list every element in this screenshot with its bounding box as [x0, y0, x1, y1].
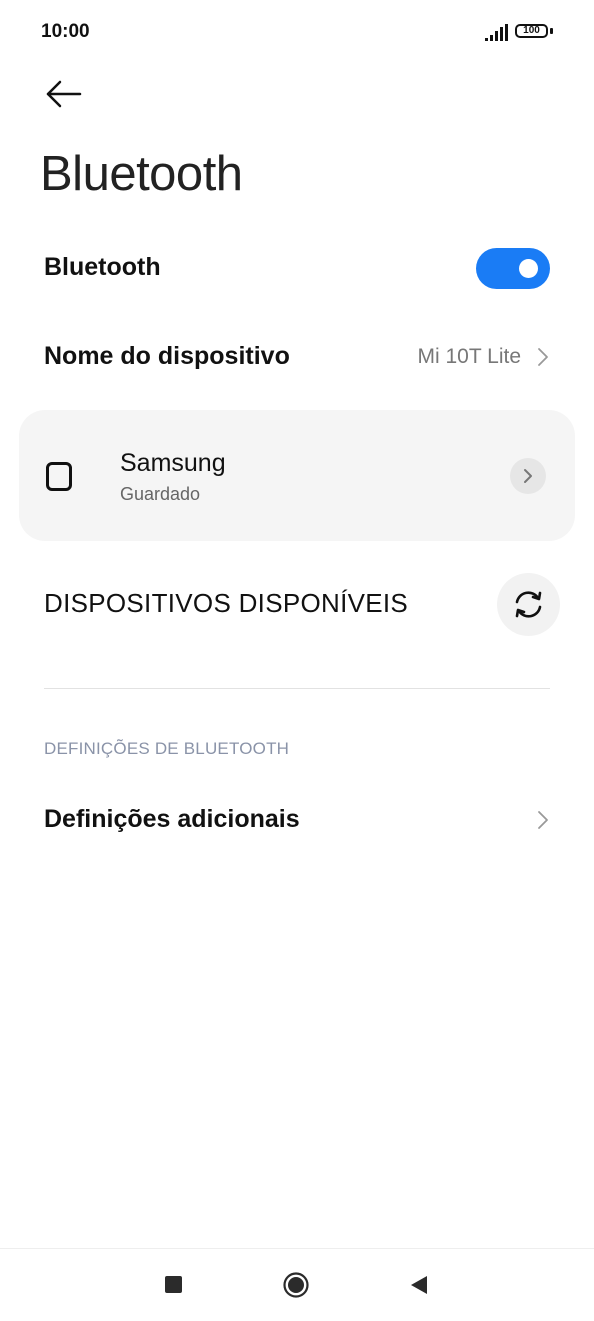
device-title: Samsung [120, 449, 226, 477]
available-devices-heading: DISPOSITIVOS DISPONÍVEIS [44, 588, 409, 618]
divider [44, 688, 550, 689]
status-time: 10:00 [41, 21, 90, 42]
back-button[interactable] [38, 72, 90, 118]
recents-icon[interactable] [165, 1276, 182, 1293]
device-name-label: Nome do dispositivo [44, 342, 290, 370]
additional-settings-row[interactable]: Definições adicionais [0, 785, 594, 855]
battery-level: 100 [515, 24, 548, 38]
chevron-right-small-icon [524, 469, 532, 483]
device-status: Guardado [120, 484, 201, 504]
back-arrow-icon [46, 80, 82, 108]
refresh-button[interactable] [497, 573, 560, 636]
battery-tip [550, 28, 553, 34]
bluetooth-toggle[interactable] [476, 248, 550, 289]
device-detail-button[interactable] [510, 458, 546, 494]
additional-settings-label: Definições adicionais [44, 805, 300, 833]
device-name-row[interactable]: Nome do dispositivo Mi 10T Lite [0, 322, 594, 392]
chevron-right-icon [538, 348, 548, 366]
status-bar: 10:00 100 [0, 0, 594, 66]
home-icon[interactable] [283, 1272, 309, 1298]
refresh-icon [515, 591, 542, 618]
back-icon[interactable] [409, 1274, 429, 1296]
page-title: Bluetooth [40, 147, 243, 201]
bluetooth-toggle-label: Bluetooth [44, 253, 161, 281]
saved-device-card[interactable]: Samsung Guardado [19, 410, 575, 541]
toggle-knob [519, 259, 538, 278]
chevron-right-icon [538, 811, 548, 829]
battery-icon: 100 [515, 24, 555, 42]
signal-icon [485, 24, 508, 41]
phone-device-icon [46, 462, 72, 491]
navigation-bar [0, 1248, 594, 1321]
device-name-value: Mi 10T Lite [417, 345, 522, 368]
bluetooth-settings-heading: DEFINIÇÕES DE BLUETOOTH [44, 739, 290, 758]
